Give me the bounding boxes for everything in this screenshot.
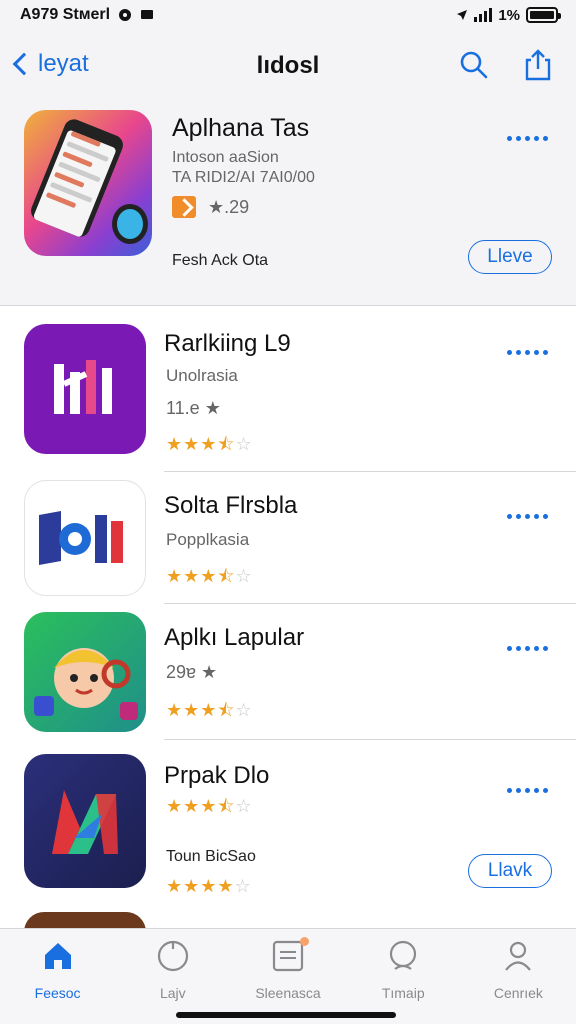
- app-title: Solta Flrsbla: [164, 492, 298, 519]
- battery-percent: 1%: [498, 6, 520, 24]
- tab-lajv[interactable]: Lajv: [115, 929, 230, 1024]
- featured-rating-value: ★.29: [208, 196, 250, 217]
- app-caption: Toun BicSao: [166, 848, 256, 865]
- tab-home[interactable]: Feesoc: [0, 929, 115, 1024]
- list-item[interactable]: Aplkı Lapular 29ɐ ★ ★★★⯪☆: [0, 604, 576, 740]
- tab-label: Sleenasca: [255, 985, 321, 1001]
- back-label: leyat: [38, 50, 89, 77]
- status-bar: A979 Stмerl 1%: [0, 0, 576, 30]
- more-options-button[interactable]: [503, 780, 548, 796]
- character-logo-icon: [34, 648, 138, 720]
- chat-icon: [390, 940, 417, 970]
- featured-subtitle-line2: TA RIDI2/AI 7AI0/00: [172, 169, 315, 186]
- list-item[interactable]: Solta Flrsbla Popplkasia ★★★⯪☆: [0, 472, 576, 604]
- share-icon[interactable]: [522, 48, 554, 82]
- star-rating: ★★★⯪☆: [166, 796, 253, 816]
- featured-app-card[interactable]: Aplhana Tas Intoson aaSion TA RIDI2/AI 7…: [0, 106, 576, 306]
- tab-label: Cenrıek: [493, 985, 543, 1001]
- featured-app-subtitle: Intoson aaSion TA RIDI2/AI 7AI0/00: [172, 148, 315, 188]
- battery-icon: [526, 7, 561, 23]
- chevron-left-icon: [12, 52, 36, 76]
- tab-search[interactable]: Sleenasca: [230, 929, 345, 1024]
- get-button[interactable]: Llavk: [468, 854, 552, 888]
- get-button[interactable]: Lleve: [468, 240, 552, 274]
- tab-label: Tımaip: [381, 985, 425, 1001]
- featured-subtitle-line1: Intoson aaSion: [172, 149, 279, 166]
- more-options-button[interactable]: [503, 638, 548, 654]
- app-subtitle: Unolrasia: [166, 366, 238, 385]
- app-icon[interactable]: [24, 612, 146, 732]
- editor-badge-icon: [172, 196, 196, 218]
- app-title: Prpak Dlo: [164, 762, 270, 789]
- search-icon[interactable]: [458, 48, 490, 82]
- tab-label: Feesoc: [34, 985, 81, 1001]
- m-logo-icon: [52, 790, 118, 854]
- app-subtitle: Popplkasia: [166, 530, 250, 549]
- message-icon: [141, 10, 154, 19]
- more-options-button[interactable]: [503, 342, 548, 358]
- tab-label: Lajv: [159, 985, 186, 1001]
- back-button[interactable]: leyat: [10, 50, 89, 78]
- app-rating: 11.e ★: [166, 398, 221, 418]
- bars-logo-icon: [54, 360, 112, 414]
- letters-logo-icon: [39, 511, 123, 565]
- more-options-button[interactable]: [503, 128, 548, 144]
- star-rating: ★★★⯪☆: [166, 434, 253, 454]
- list-icon-wrap: [271, 937, 309, 973]
- featured-app-title: Aplhana Tas: [172, 114, 310, 142]
- star-rating: ★★★⯪☆: [166, 700, 253, 720]
- app-rating: 29ɐ ★: [166, 662, 218, 682]
- star-rating: ★★★⯪☆: [166, 566, 253, 586]
- app-list: Rarlkiing L9 Unolrasia 11.e ★ ★★★⯪☆ Solt…: [0, 306, 576, 932]
- featured-app-icon[interactable]: [24, 110, 152, 256]
- app-title: Rarlkiing L9: [164, 330, 291, 357]
- app-icon[interactable]: [24, 324, 146, 454]
- decorative-shape: [112, 204, 148, 244]
- star-rating-secondary: ★★★★☆: [166, 876, 252, 896]
- list-item[interactable]: Prpak Dlo ★★★⯪☆ Toun BicSao ★★★★☆ Llavk: [0, 740, 576, 900]
- location-icon: [119, 9, 132, 21]
- signal-icon: [474, 8, 493, 22]
- notification-dot: [300, 937, 309, 946]
- list-item[interactable]: Rarlkiing L9 Unolrasia 11.e ★ ★★★⯪☆: [0, 306, 576, 472]
- app-icon[interactable]: [24, 480, 146, 596]
- tab-bar: Feesoc Lajv Sleenasca Tımaip Cenrıek: [0, 928, 576, 1024]
- person-icon: [505, 941, 532, 971]
- home-icon: [44, 943, 71, 969]
- more-options-button[interactable]: [503, 506, 548, 522]
- navigation-bar: leyat lıdosl: [0, 30, 576, 106]
- tab-messages[interactable]: Tımaip: [346, 929, 461, 1024]
- tab-profile[interactable]: Cenrıek: [461, 929, 576, 1024]
- carrier-label: A979 Stмerl: [20, 6, 111, 23]
- location-arrow-icon: [457, 10, 468, 20]
- app-title: Aplkı Lapular: [164, 624, 305, 651]
- home-indicator: [176, 1012, 396, 1018]
- featured-rating: ★.29: [172, 196, 249, 218]
- circle-icon: [157, 940, 188, 972]
- app-icon[interactable]: [24, 754, 146, 888]
- featured-caption: Fesh Ack Ota: [172, 252, 269, 269]
